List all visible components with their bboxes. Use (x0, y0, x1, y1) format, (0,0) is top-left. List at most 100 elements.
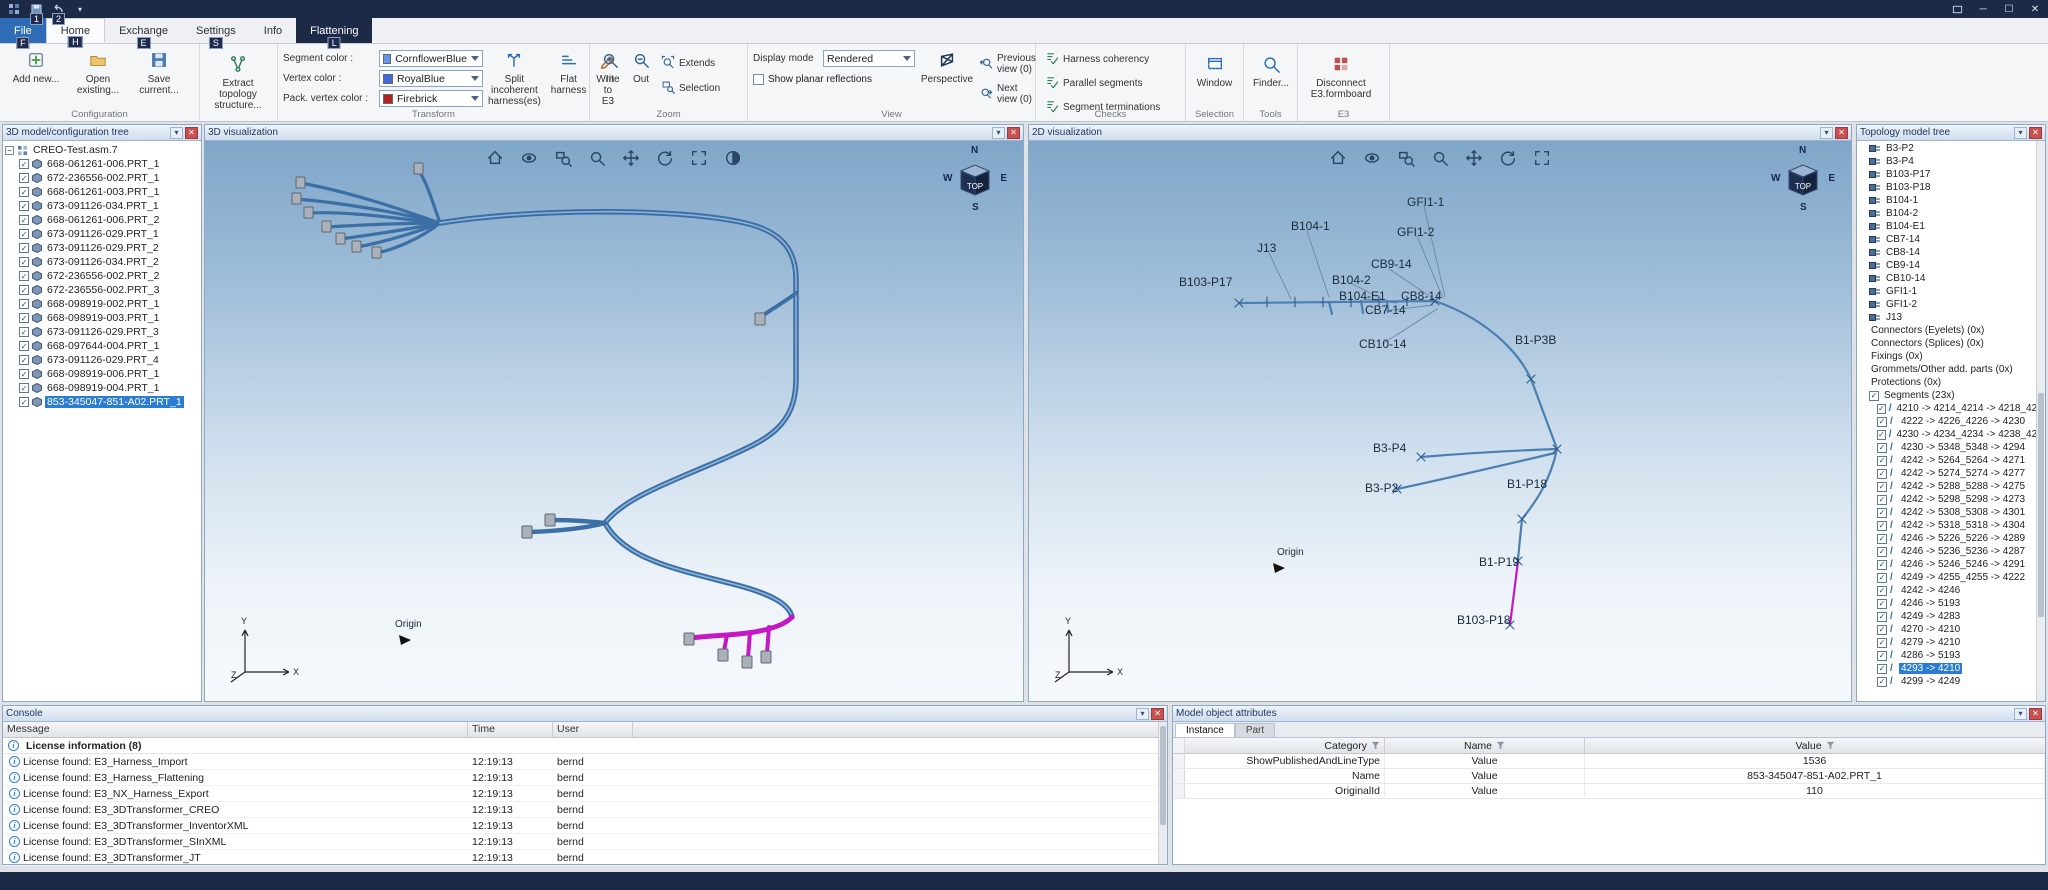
display-mode-combo[interactable]: Rendered (823, 50, 915, 67)
item-checkbox[interactable]: ✓ (19, 313, 29, 323)
topology-segment[interactable]: ✓/4230 -> 5348_5348 -> 4294 (1859, 441, 2035, 454)
node-label-b3-p2[interactable]: B3-P2 (1365, 481, 1398, 495)
item-checkbox[interactable]: ✓ (1877, 599, 1887, 609)
perspective-button[interactable]: Perspective (919, 47, 975, 89)
vertex-color-combo[interactable]: RoyalBlue (379, 70, 483, 87)
view-cube-face[interactable]: TOP (1785, 161, 1821, 197)
finder-button[interactable]: Finder... (1249, 51, 1293, 93)
panel-menu-icon[interactable]: ▾ (2014, 708, 2027, 720)
home-icon[interactable] (484, 147, 506, 169)
eye-icon[interactable] (518, 147, 540, 169)
item-checkbox[interactable]: ✓ (1877, 560, 1887, 570)
tab-settings[interactable]: Settings S (182, 18, 250, 43)
fit-icon[interactable] (688, 147, 710, 169)
maximize-button[interactable]: ☐ (1996, 0, 2022, 18)
tree-item[interactable]: ✓668-098919-006.PRT_1 (5, 367, 201, 381)
tree-item[interactable]: ✓673-091126-029.PRT_2 (5, 241, 201, 255)
node-label-j13[interactable]: J13 (1257, 241, 1276, 255)
node-label-cb8-14[interactable]: CB8-14 (1401, 289, 1442, 303)
topology-segment[interactable]: ✓/4299 -> 4249 (1859, 675, 2035, 688)
item-checkbox[interactable]: ✓ (1877, 469, 1887, 479)
tree-item[interactable]: ✓672-236556-002.PRT_2 (5, 269, 201, 283)
console-row[interactable]: iLicense found: E3_Harness_Import 12:19:… (3, 754, 1167, 770)
item-checkbox[interactable]: ✓ (1877, 612, 1887, 622)
tree-item[interactable]: ✓673-091126-029.PRT_4 (5, 353, 201, 367)
topology-node[interactable]: CB7-14 (1859, 233, 2035, 246)
qat-dropdown-icon[interactable]: ▾ (72, 2, 88, 16)
item-checkbox[interactable]: ✓ (1877, 573, 1887, 583)
fit-icon[interactable] (1531, 147, 1553, 169)
tree-item[interactable]: ✓668-061261-003.PRT_1 (5, 185, 201, 199)
topology-segment[interactable]: ✓/4242 -> 5288_5288 -> 4275 (1859, 480, 2035, 493)
topology-segment[interactable]: ✓/4249 -> 4255_4255 -> 4222 (1859, 571, 2035, 584)
console-row[interactable]: iLicense found: E3_3DTransformer_Invento… (3, 818, 1167, 834)
tab-info[interactable]: Info (250, 18, 296, 43)
tree-item[interactable]: ✓668-098919-002.PRT_1 (5, 297, 201, 311)
tab-flattening[interactable]: Flattening L (296, 18, 372, 43)
tree-item[interactable]: ✓672-236556-002.PRT_3 (5, 283, 201, 297)
item-checkbox[interactable]: ✓ (19, 285, 29, 295)
tab-instance[interactable]: Instance (1175, 723, 1235, 737)
topology-node[interactable]: GFI1-2 (1859, 298, 2035, 311)
panel-close-icon[interactable]: ✕ (2029, 708, 2042, 720)
panel-close-icon[interactable]: ✕ (1151, 708, 1164, 720)
panel-close-icon[interactable]: ✕ (1835, 127, 1848, 139)
zoom-icon[interactable] (1429, 147, 1451, 169)
tree-item[interactable]: ✓673-091126-034.PRT_2 (5, 255, 201, 269)
previous-view-button[interactable]: Previous view (0) (975, 51, 1040, 77)
zoom-out-button[interactable]: Out (625, 47, 657, 89)
item-checkbox[interactable]: ✓ (1877, 677, 1887, 687)
pin-window-icon[interactable] (1944, 0, 1970, 18)
console-row[interactable]: iLicense found: E3_NX_Harness_Export 12:… (3, 786, 1167, 802)
topology-segment[interactable]: ✓/4279 -> 4210 (1859, 636, 2035, 649)
console-row[interactable]: iLicense found: E3_3DTransformer_CREO 12… (3, 802, 1167, 818)
minimize-button[interactable]: ─ (1970, 0, 1996, 18)
panel-menu-icon[interactable]: ▾ (1820, 127, 1833, 139)
topology-segment[interactable]: ✓/4230 -> 4234_4234 -> 4238_423... (1859, 428, 2035, 441)
att-row[interactable]: Name Value 853-345047-851-A02.PRT_1 (1173, 769, 2045, 784)
topology-node[interactable]: CB10-14 (1859, 272, 2035, 285)
topology-segment[interactable]: ✓/4242 -> 5318_5318 -> 4304 (1859, 519, 2035, 532)
topology-group[interactable]: Fixings (0x) (1859, 350, 2035, 363)
topology-segment[interactable]: ✓/4222 -> 4226_4226 -> 4230 (1859, 415, 2035, 428)
item-checkbox[interactable]: ✓ (19, 299, 29, 309)
add-new-button[interactable]: Add new... (5, 47, 67, 89)
topology-segment[interactable]: ✓/4249 -> 4283 (1859, 610, 2035, 623)
node-label-cb9-14[interactable]: CB9-14 (1371, 257, 1412, 271)
topology-scrollbar[interactable] (2036, 141, 2045, 701)
topology-segment[interactable]: ✓/4246 -> 5193 (1859, 597, 2035, 610)
tree-item[interactable]: ✓668-097644-004.PRT_1 (5, 339, 201, 353)
node-label-b104-2[interactable]: B104-2 (1332, 273, 1371, 287)
filter-icon[interactable] (1496, 741, 1505, 750)
topology-segment[interactable]: ✓/4210 -> 4214_4214 -> 4218_421... (1859, 402, 2035, 415)
topology-segment[interactable]: ✓/4242 -> 5274_5274 -> 4277 (1859, 467, 2035, 480)
item-checkbox[interactable]: ✓ (1877, 521, 1887, 531)
panel-menu-icon[interactable]: ▾ (170, 127, 183, 139)
node-label-cb10-14[interactable]: CB10-14 (1359, 337, 1406, 351)
node-label-gfi1-2[interactable]: GFI1-2 (1397, 225, 1434, 239)
topology-segment[interactable]: ✓/4242 -> 5264_5264 -> 4271 (1859, 454, 2035, 467)
split-incoherent-button[interactable]: Split incoherent harness(es) (483, 47, 546, 111)
item-checkbox[interactable]: ✓ (1869, 391, 1879, 401)
topology-node[interactable]: B103-P17 (1859, 168, 2035, 181)
pan-icon[interactable] (1463, 147, 1485, 169)
item-checkbox[interactable]: ✓ (19, 159, 29, 169)
topology-node[interactable]: B3-P2 (1859, 142, 2035, 155)
rotate-icon[interactable] (654, 147, 676, 169)
rotate-icon[interactable] (1497, 147, 1519, 169)
column-user[interactable]: User (553, 722, 633, 737)
column-time[interactable]: Time (468, 722, 553, 737)
view-cube[interactable]: N W E S TOP (1771, 147, 1835, 211)
save-current-button[interactable]: Save current... (129, 47, 189, 100)
console-row[interactable]: iLicense found: E3_Harness_Flattening 12… (3, 770, 1167, 786)
item-checkbox[interactable]: ✓ (1877, 664, 1887, 674)
topology-node[interactable]: CB9-14 (1859, 259, 2035, 272)
topology-segment[interactable]: ✓/4286 -> 5193 (1859, 649, 2035, 662)
item-checkbox[interactable]: ✓ (1877, 586, 1887, 596)
segment-color-combo[interactable]: CornflowerBlue (379, 50, 483, 67)
tree-root-row[interactable]: − CREO-Test.asm.7 (5, 143, 201, 157)
shade-icon[interactable] (722, 147, 744, 169)
panel-menu-icon[interactable]: ▾ (2014, 127, 2027, 139)
topology-segment[interactable]: ✓/4242 -> 4246 (1859, 584, 2035, 597)
tree-item[interactable]: ✓668-061261-006.PRT_2 (5, 213, 201, 227)
